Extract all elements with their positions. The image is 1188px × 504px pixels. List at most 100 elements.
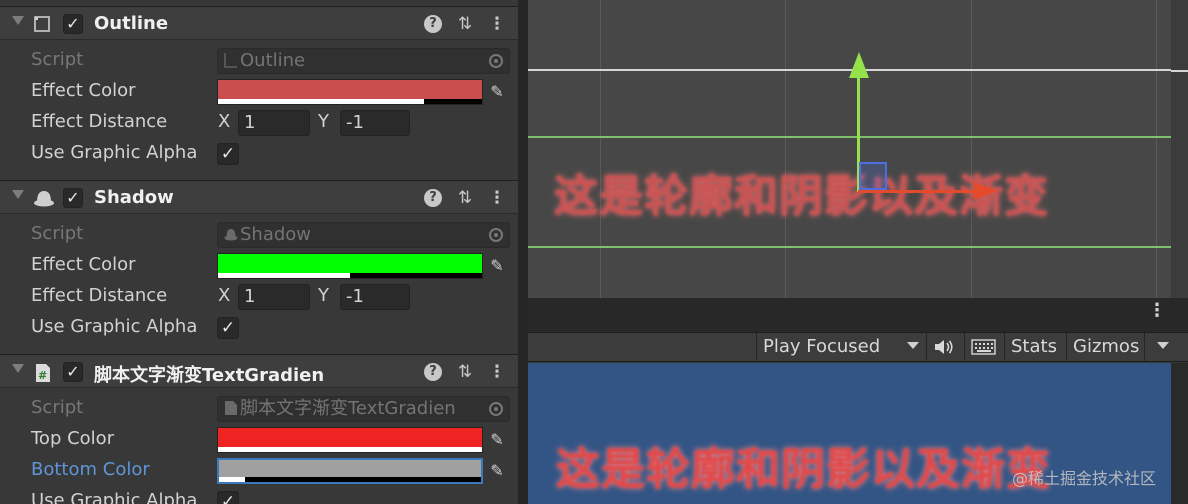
move-gizmo-plane-handle[interactable] [859,162,887,190]
script-label: Script [31,223,84,244]
alpha-fill [218,447,482,452]
outline-effect-color-field[interactable] [217,79,483,105]
grid-line [971,0,972,298]
object-picker-icon[interactable] [489,228,503,242]
outline-title: Outline [94,13,169,34]
outline-script-field[interactable]: Outline [217,48,510,74]
shadow-use-graphic-alpha-row: Use Graphic Alpha ✓ [0,312,518,343]
object-picker-icon[interactable] [489,54,503,68]
csharp-script-icon: # [33,363,53,382]
outline-effect-distance-row: Effect Distance X 1 Y -1 [0,107,518,138]
foldout-arrow-icon[interactable] [12,364,24,373]
eyedropper-icon[interactable]: ✎ [486,429,508,451]
script-label: Script [31,49,84,70]
bottom-color-label: Bottom Color [31,459,150,480]
context-menu-icon[interactable]: ⋮ [487,14,507,34]
speaker-icon[interactable] [926,333,964,362]
help-icon[interactable]: ? [424,189,442,207]
y-axis-label[interactable]: Y [318,285,329,306]
outline-enabled-checkbox[interactable]: ✓ [63,14,83,34]
canvas-border-line [1171,70,1188,72]
game-right-strip [1171,363,1188,504]
move-gizmo-y-arrow-icon[interactable] [849,52,869,78]
rect-guide-line [528,246,1171,248]
scene-view[interactable]: 这是轮廓和阴影以及渐变 [528,0,1171,298]
object-picker-icon[interactable] [489,402,503,416]
top-color-field[interactable] [217,427,483,453]
kebab-menu-icon[interactable]: ⋮ [1148,300,1166,321]
eyedropper-icon[interactable]: ✎ [486,255,508,277]
outline-distance-y-input[interactable]: -1 [340,110,410,136]
use-graphic-alpha-label: Use Graphic Alpha [31,316,198,337]
gradient-script-value: 脚本文字渐变TextGradien [240,398,456,419]
play-mode-dropdown[interactable]: Play Focused [756,333,926,362]
use-graphic-alpha-label: Use Graphic Alpha [31,490,198,504]
foldout-arrow-icon[interactable] [12,16,24,25]
color-swatch [218,428,482,447]
y-axis-label[interactable]: Y [318,111,329,132]
shadow-distance-y-input[interactable]: -1 [340,284,410,310]
top-color-row: Top Color ✎ [0,424,518,455]
foldout-arrow-icon[interactable] [12,190,24,199]
game-text-object: 这是轮廓和阴影以及渐变 [556,444,1051,495]
outline-component-icon [33,15,53,33]
outline-distance-x-input[interactable]: 1 [238,110,310,136]
shadow-use-graphic-alpha-checkbox[interactable]: ✓ [217,317,239,339]
outline-script-value: Outline [240,50,306,71]
gradient-enabled-checkbox[interactable]: ✓ [63,362,83,382]
rect-guide-line [528,136,1171,138]
gizmos-button[interactable]: Gizmos [1066,333,1144,362]
keyboard-icon[interactable] [964,333,1004,362]
shadow-script-row: Script Shadow [0,219,518,250]
gradient-use-graphic-alpha-row: Use Graphic Alpha ✓ [0,486,518,504]
x-axis-label[interactable]: X [218,111,230,132]
alpha-bar [218,273,482,278]
gradient-component-header[interactable]: # ✓ 脚本文字渐变TextGradien ? ⇅ ⋮ [0,354,518,388]
alpha-bar [219,477,481,482]
shadow-component-icon [33,189,54,207]
help-icon[interactable]: ? [424,363,442,381]
scene-right-strip [1171,0,1188,298]
shadow-title: Shadow [94,187,174,208]
inspector-panel: ✓ Outline ? ⇅ ⋮ Script Outline Effect Co… [0,0,518,504]
panel-splitter[interactable] [518,0,528,504]
watermark: @稀土掘金技术社区 [1012,469,1157,488]
eyedropper-icon[interactable]: ✎ [486,460,508,482]
shadow-effect-color-field[interactable] [217,253,483,279]
shadow-enabled-checkbox[interactable]: ✓ [63,188,83,208]
effect-distance-label: Effect Distance [31,285,168,306]
shadow-component-header[interactable]: ✓ Shadow ? ⇅ ⋮ [0,180,518,214]
alpha-fill [218,273,350,278]
outline-use-graphic-alpha-checkbox[interactable]: ✓ [217,143,239,165]
color-swatch [218,254,482,273]
presets-icon[interactable]: ⇅ [455,14,475,34]
help-icon[interactable]: ? [424,15,442,33]
move-gizmo-x-axis[interactable] [858,190,978,193]
outline-script-row: Script Outline [0,45,518,76]
gradient-use-graphic-alpha-checkbox[interactable]: ✓ [217,491,239,504]
shadow-effect-distance-row: Effect Distance X 1 Y -1 [0,281,518,312]
context-menu-icon[interactable]: ⋮ [487,362,507,382]
shadow-script-field[interactable]: Shadow [217,222,510,248]
shadow-distance-x-input[interactable]: 1 [238,284,310,310]
effect-color-label: Effect Color [31,254,136,275]
gradient-script-row: Script 脚本文字渐变TextGradien [0,393,518,424]
x-axis-label[interactable]: X [218,285,230,306]
chevron-down-icon [907,333,919,361]
gradient-script-field[interactable]: 脚本文字渐变TextGradien [217,396,510,422]
color-swatch [218,80,482,99]
presets-icon[interactable]: ⇅ [455,188,475,208]
stats-button[interactable]: Stats [1004,333,1066,362]
outline-effect-color-row: Effect Color ✎ [0,76,518,107]
script-file-icon [224,51,238,68]
move-gizmo-x-arrow-icon[interactable] [974,182,998,200]
eyedropper-icon[interactable]: ✎ [486,81,508,103]
outline-component-header[interactable]: ✓ Outline ? ⇅ ⋮ [0,6,518,40]
bottom-color-field[interactable] [217,458,483,484]
presets-icon[interactable]: ⇅ [455,362,475,382]
game-toolbar: Play Focused Stats Gizmos [528,332,1188,362]
shadow-effect-color-row: Effect Color ✎ [0,250,518,281]
context-menu-icon[interactable]: ⋮ [487,188,507,208]
gizmos-dropdown-chevron-down-icon[interactable] [1144,333,1188,362]
grid-line [600,0,601,298]
